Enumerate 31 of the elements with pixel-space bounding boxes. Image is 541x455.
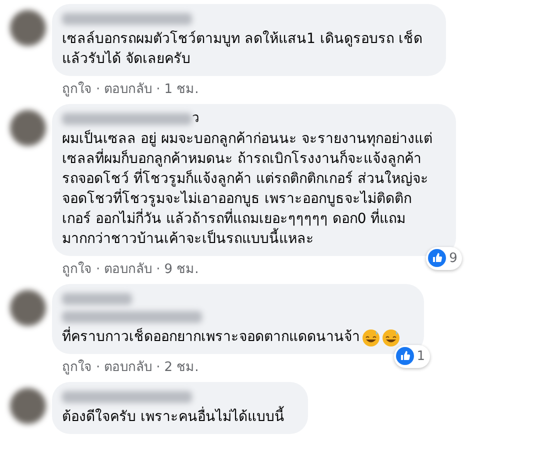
comment-text: ผมเป็นเซลล อยู่ ผมจะบอกลูกค้าก่อนนะ จะรายงานทุกอย่างแต่ เซลลที่ผมก็บอกลูกค้าหมดนะ ถ้ารถเบิกโรงงานก็จะแจ้งลูกค้า รถจอดโชว์ ที่โชวรูมก็แจ้งลูกค้า แต่รถติกติกเกอร์ ส่วนใหญ่จะ จอดโชวที่โชวรูมจะไม่เอาออกบูธ เพราะออกบูธจะไม่ติดติก เกอร์ ออกไม่กี่วัน แล้วถ้ารถที่แถมเยอะๆๆๆๆๆ ดอก0 ที่แถม มากกว่าชาวบ้านเค้าจะเป็นรถแบบนี้แหละ: [62, 129, 432, 249]
avatar[interactable]: [10, 388, 46, 424]
thumbs-up-icon: [396, 347, 414, 366]
separator-dot: ·: [96, 261, 100, 280]
reply-link[interactable]: ตอบกลับ: [104, 260, 152, 280]
blurred-name: [62, 293, 132, 305]
reaction-count[interactable]: 1: [394, 344, 430, 368]
grinning-sweat-emoji-icon: [382, 329, 400, 347]
separator-dot: ·: [96, 359, 100, 378]
reply-link[interactable]: ตอบกลับ: [104, 358, 152, 378]
name-fragment: ว: [192, 113, 199, 125]
reaction-count[interactable]: 9: [426, 246, 462, 270]
avatar[interactable]: [10, 110, 46, 146]
like-link[interactable]: ถูกใจ: [62, 80, 92, 100]
comment-text: ต้องดีใจครับ เพราะคนอื่นไม่ได้แบบนี้: [62, 407, 284, 427]
avatar[interactable]: [10, 290, 46, 326]
like-link[interactable]: ถูกใจ: [62, 260, 92, 280]
grinning-sweat-emoji-icon: [362, 329, 380, 347]
separator-dot: ·: [156, 261, 160, 280]
reply-link[interactable]: ตอบกลับ: [104, 80, 152, 100]
timestamp[interactable]: 2 ชม.: [164, 358, 199, 378]
comment-text: เซลล์บอกรถผมตัวโชว์ตามบูท ลดให้แสน1 เดินดูรอบรถ เช็ด แล้วรับได้ จัดเลยครับ: [62, 29, 422, 69]
timestamp[interactable]: 1 ชม.: [164, 80, 199, 100]
thumbs-up-icon: [428, 249, 446, 268]
separator-dot: ·: [156, 359, 160, 378]
avatar[interactable]: [10, 10, 46, 46]
separator-dot: ·: [96, 81, 100, 100]
like-link[interactable]: ถูกใจ: [62, 358, 92, 378]
comment-text: ที่คราบกาวเช็ดออกยากเพราะจอดตากแดดนานจ้า: [62, 327, 360, 347]
timestamp[interactable]: 9 ชม.: [164, 260, 199, 280]
separator-dot: ·: [156, 81, 160, 100]
